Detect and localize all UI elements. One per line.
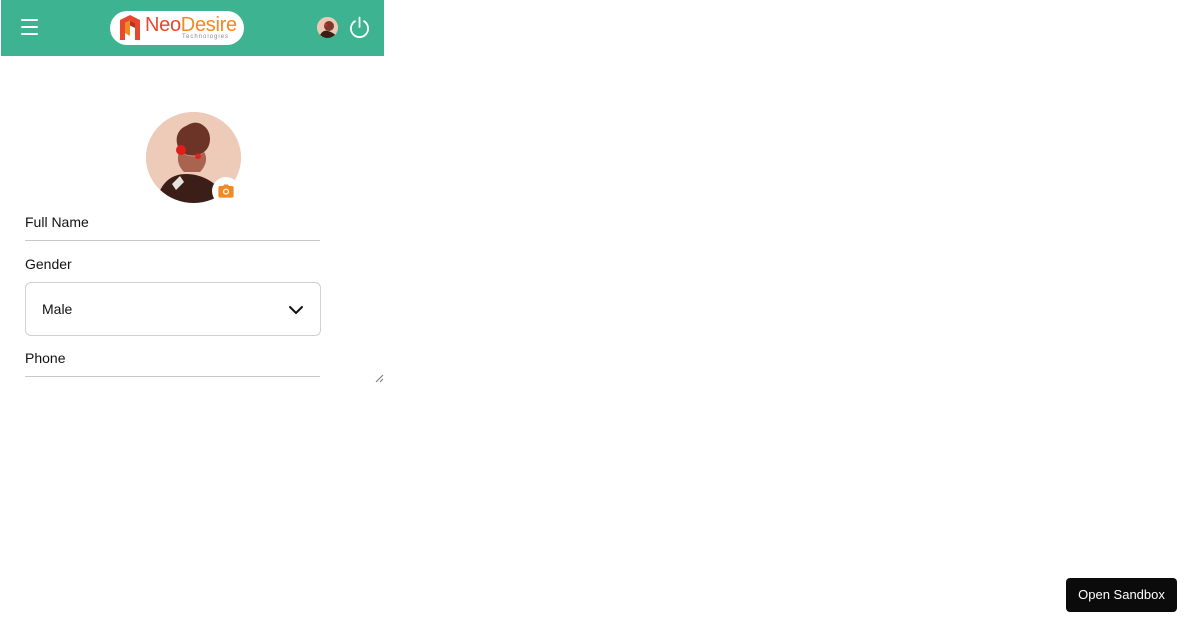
full-name-input[interactable] (25, 222, 320, 241)
camera-icon (218, 184, 234, 198)
gender-label: Gender (25, 256, 72, 272)
app-frame: NeoDesire Technologies Full Name Gender … (0, 0, 384, 384)
resize-handle-icon[interactable] (374, 373, 384, 383)
chevron-down-icon (289, 306, 303, 314)
hamburger-menu-icon[interactable] (21, 19, 39, 37)
logo-tagline: Technologies (182, 34, 230, 40)
user-avatar-image (317, 17, 338, 38)
phone-input[interactable] (25, 358, 320, 377)
logo-mark-icon (120, 15, 140, 40)
change-photo-button[interactable] (212, 177, 240, 205)
brand-logo[interactable]: NeoDesire Technologies (110, 11, 244, 45)
logo-word-neo: Neo (145, 14, 181, 36)
user-avatar[interactable] (317, 17, 338, 38)
logo-wordmark: NeoDesire (145, 15, 237, 35)
gender-selected-value: Male (42, 301, 73, 317)
open-sandbox-button[interactable]: Open Sandbox (1066, 578, 1177, 612)
gender-select[interactable]: Male (25, 282, 321, 336)
logo-word-desire: Desire (180, 14, 237, 36)
top-app-bar: NeoDesire Technologies (1, 0, 384, 56)
power-icon[interactable] (347, 15, 372, 40)
profile-photo-container (146, 112, 242, 205)
